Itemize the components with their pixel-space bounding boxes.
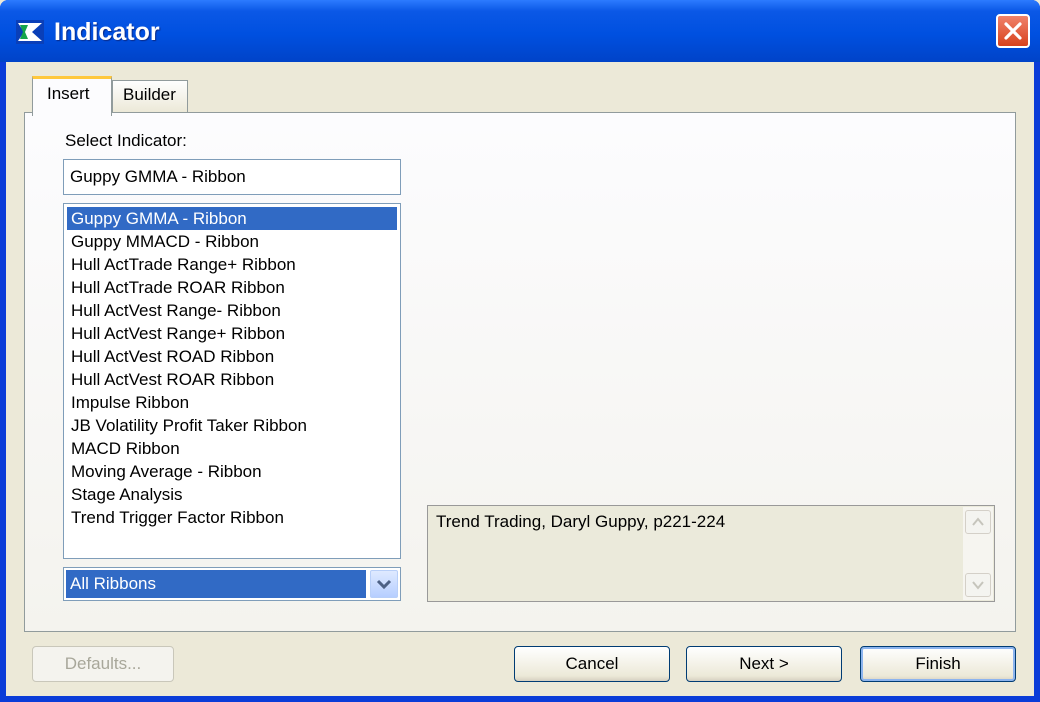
select-indicator-label: Select Indicator: <box>65 131 187 150</box>
indicator-dialog: Indicator Insert Builder Select Indicato… <box>0 0 1040 702</box>
window-title: Indicator <box>54 18 160 46</box>
insert-tab-panel: Select Indicator: Guppy GMMA - Ribbon Gu… <box>24 112 1016 632</box>
dialog-body: Insert Builder Select Indicator: Guppy G… <box>6 62 1034 696</box>
tab-insert[interactable]: Insert <box>32 76 112 116</box>
indicator-list-item[interactable]: Hull ActTrade Range+ Ribbon <box>67 253 397 276</box>
indicator-list-item[interactable]: Guppy MMACD - Ribbon <box>67 230 397 253</box>
tab-builder-label: Builder <box>123 85 176 104</box>
indicator-list-item[interactable]: MACD Ribbon <box>67 437 397 460</box>
chevron-down-icon <box>376 579 392 590</box>
indicator-list-item[interactable]: JB Volatility Profit Taker Ribbon <box>67 414 397 437</box>
close-icon <box>1004 22 1022 40</box>
indicator-list-item[interactable]: Hull ActVest Range+ Ribbon <box>67 322 397 345</box>
indicator-description: Trend Trading, Daryl Guppy, p221-224 <box>427 505 995 602</box>
tab-builder[interactable]: Builder <box>112 80 188 112</box>
indicator-list-item[interactable]: Trend Trigger Factor Ribbon <box>67 506 397 529</box>
indicator-list-item[interactable]: Hull ActVest ROAR Ribbon <box>67 368 397 391</box>
close-button[interactable] <box>996 14 1030 48</box>
indicator-list-item[interactable]: Hull ActVest ROAD Ribbon <box>67 345 397 368</box>
scroll-down-button[interactable] <box>965 573 991 597</box>
arrow-up-icon <box>972 517 984 526</box>
indicator-list-item[interactable]: Guppy GMMA - Ribbon <box>67 207 397 230</box>
indicator-list-item[interactable]: Moving Average - Ribbon <box>67 460 397 483</box>
tab-insert-label: Insert <box>47 84 90 103</box>
title-bar[interactable]: Indicator <box>0 0 1040 62</box>
description-scrollbar[interactable] <box>963 507 993 600</box>
next-button[interactable]: Next > <box>686 646 842 682</box>
indicator-list-item[interactable]: Hull ActTrade ROAR Ribbon <box>67 276 397 299</box>
finish-button[interactable]: Finish <box>860 646 1016 682</box>
category-select-value: All Ribbons <box>66 570 366 598</box>
arrow-down-icon <box>972 581 984 590</box>
scroll-up-button[interactable] <box>965 510 991 534</box>
indicator-list-item[interactable]: Stage Analysis <box>67 483 397 506</box>
category-dropdown-button[interactable] <box>370 570 398 598</box>
category-select[interactable]: All Ribbons <box>63 567 401 601</box>
indicator-list[interactable]: Guppy GMMA - Ribbon Guppy MMACD - Ribbon… <box>63 203 401 559</box>
cancel-button[interactable]: Cancel <box>514 646 670 682</box>
indicator-list-item[interactable]: Impulse Ribbon <box>67 391 397 414</box>
description-text: Trend Trading, Daryl Guppy, p221-224 <box>436 512 726 531</box>
app-logo-icon <box>16 20 44 44</box>
indicator-list-item[interactable]: Hull ActVest Range- Ribbon <box>67 299 397 322</box>
defaults-button[interactable]: Defaults... <box>32 646 174 682</box>
indicator-search-input[interactable]: Guppy GMMA - Ribbon <box>63 159 401 195</box>
